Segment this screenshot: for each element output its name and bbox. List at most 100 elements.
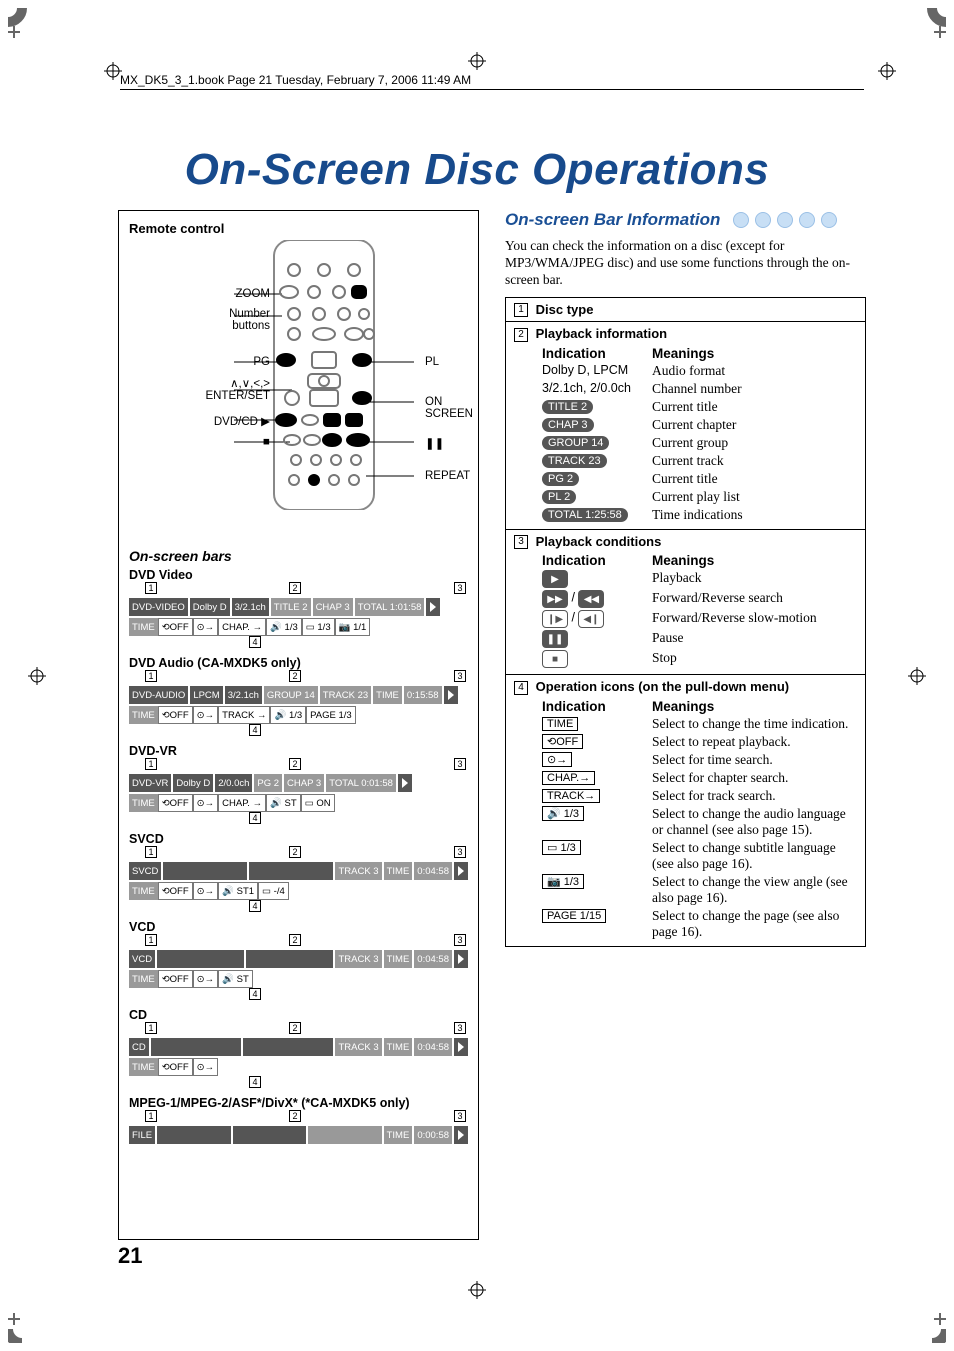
bar-cell: TRACK 23: [320, 686, 371, 704]
bar-cell: TRACK 3: [335, 1038, 381, 1056]
bar-cell: 🔊 ST: [218, 970, 253, 988]
right-heading-row: On-screen Bar Information: [505, 210, 866, 230]
callout-number: 2: [289, 670, 301, 682]
bar-cell: ⊙→: [193, 706, 218, 724]
bar-cell: TIME: [373, 686, 402, 704]
operation-box-icon: 🔊 1/3: [542, 806, 584, 821]
crop-mark-icon: [916, 1313, 946, 1343]
registration-mark-icon: [468, 52, 486, 70]
bar-title: VCD: [129, 920, 468, 934]
meaning-cell: Pause: [652, 630, 857, 648]
meaning-cell: Current track: [652, 453, 857, 469]
bar-cell: 0:04:58: [414, 1038, 452, 1056]
callout-number: 2: [289, 758, 301, 770]
section-operation-icons: Operation icons (on the pull-down menu): [536, 679, 790, 694]
left-panel: Remote control ZOOM Numberbuttons PG ∧,∨…: [118, 210, 479, 1240]
callout-number: 2: [289, 1022, 301, 1034]
callout-number: 3: [454, 582, 466, 594]
indication-cell: Dolby D, LPCM: [542, 363, 652, 379]
meaning-cell: Select for time search.: [652, 752, 857, 768]
callout-row: 123: [129, 1024, 468, 1036]
bar-title: MPEG-1/MPEG-2/ASF*/DivX* (*CA-MXDK5 only…: [129, 1096, 468, 1110]
callout-row: 4: [129, 900, 468, 914]
meaning-cell: Current play list: [652, 489, 857, 505]
col-meanings: Meanings: [652, 699, 714, 714]
meaning-cell: Current group: [652, 435, 857, 451]
bar-cell: [233, 1126, 307, 1144]
registration-mark-icon: [878, 62, 896, 80]
bar-cell: TIME: [129, 882, 158, 900]
callout-number: 4: [514, 681, 528, 695]
callout-row: 123: [129, 584, 468, 596]
bar-cell: [426, 598, 440, 616]
bar-row: TIME⟲OFF⊙→CHAP. →🔊 1/3▭ 1/3📷 1/1: [129, 618, 468, 636]
bar-cell: TRACK 3: [335, 862, 381, 880]
table-row: PL 2Current play list: [542, 489, 857, 505]
bar-cell: CHAP. →: [218, 794, 266, 812]
onscreen-bars-heading: On-screen bars: [129, 548, 468, 564]
bar-cell: LPCM: [190, 686, 222, 704]
operation-box-icon: PAGE 1/15: [542, 909, 606, 923]
bar-cell: [249, 862, 333, 880]
bar-cell: TIME: [129, 970, 158, 988]
onscreen-bar: DVD Audio (CA-MXDK5 only)123DVD-AUDIOLPC…: [129, 656, 468, 738]
bar-cell: DVD-VIDEO: [129, 598, 188, 616]
table-row: 📷 1/3Select to change the view angle (se…: [542, 874, 857, 906]
callout-row: 4: [129, 988, 468, 1002]
table-row: ❙▶ / ◀❙Forward/Reverse slow-motion: [542, 610, 857, 628]
bar-row: FILETIME0:00:58: [129, 1126, 468, 1144]
section-disc-type: Disc type: [536, 302, 594, 317]
meaning-cell: Current title: [652, 471, 857, 487]
bar-cell: TIME: [129, 706, 158, 724]
indication-cell: PL 2: [542, 489, 652, 505]
table-row: PG 2Current title: [542, 471, 857, 487]
operation-box-icon: 📷 1/3: [542, 874, 584, 889]
page-header: MX_DK5_3_1.book Page 21 Tuesday, Februar…: [120, 70, 864, 90]
callout-number: 2: [289, 1110, 301, 1122]
stop-icon: ■: [542, 650, 568, 668]
meaning-cell: Current title: [652, 399, 857, 415]
bar-cell: [454, 1038, 468, 1056]
indication-cell: ⊙→: [542, 752, 652, 768]
bar-cell: 0:15:58: [404, 686, 442, 704]
callout-number: 1: [145, 1110, 157, 1122]
table-row: CHAP.→Select for chapter search.: [542, 770, 857, 786]
indication-cell: 🔊 1/3: [542, 806, 652, 838]
bar-cell: Dolby D: [190, 598, 230, 616]
bar-cell: [454, 950, 468, 968]
table-row: TRACK→Select for track search.: [542, 788, 857, 804]
callout-row: 123: [129, 672, 468, 684]
bar-cell: ▭ -/4: [258, 882, 289, 900]
callout-number: 1: [145, 758, 157, 770]
table-row: ▶▶ / ◀◀Forward/Reverse search: [542, 590, 857, 608]
bar-cell: 0:04:58: [414, 950, 452, 968]
callout-number: 4: [249, 900, 261, 912]
section-playback-info: Playback information: [536, 326, 667, 341]
bar-cell: ⊙→: [193, 618, 218, 636]
bar-cell: 🔊 1/3: [266, 618, 302, 636]
bar-row: TIME⟲OFF⊙→TRACK →🔊 1/3PAGE 1/3: [129, 706, 468, 724]
bar-cell: [151, 1038, 241, 1056]
indication-cell: 3/2.1ch, 2/0.0ch: [542, 381, 652, 397]
callout-number: 4: [249, 724, 261, 736]
bar-cell: ⊙→: [193, 882, 218, 900]
col-indication: Indication: [542, 699, 652, 714]
callout-number: 1: [145, 934, 157, 946]
onscreen-bar-info-heading: On-screen Bar Information: [505, 210, 720, 230]
bar-cell: [163, 862, 247, 880]
onscreen-bar: MPEG-1/MPEG-2/ASF*/DivX* (*CA-MXDK5 only…: [129, 1096, 468, 1144]
indication-cell: CHAP.→: [542, 770, 652, 786]
onscreen-bar: SVCD123SVCDTRACK 3TIME0:04:58TIME⟲OFF⊙→🔊…: [129, 832, 468, 914]
onscreen-bar: CD123CDTRACK 3TIME0:04:58TIME⟲OFF⊙→4: [129, 1008, 468, 1090]
registration-mark-icon: [28, 667, 46, 685]
bar-cell: TIME: [384, 1126, 413, 1144]
callout-number: 1: [145, 582, 157, 594]
bar-cell: VCD: [129, 950, 155, 968]
indication-cell: ▶: [542, 570, 652, 588]
indication-cell: ▶▶ / ◀◀: [542, 590, 652, 608]
bar-cell: 3/2.1ch: [232, 598, 269, 616]
callout-number: 3: [454, 670, 466, 682]
info-table: 1 Disc type 2 Playback information Indic…: [505, 297, 866, 947]
indication-cell: TOTAL 1:25:58: [542, 507, 652, 523]
indication-cell: ⟲OFF: [542, 734, 652, 750]
